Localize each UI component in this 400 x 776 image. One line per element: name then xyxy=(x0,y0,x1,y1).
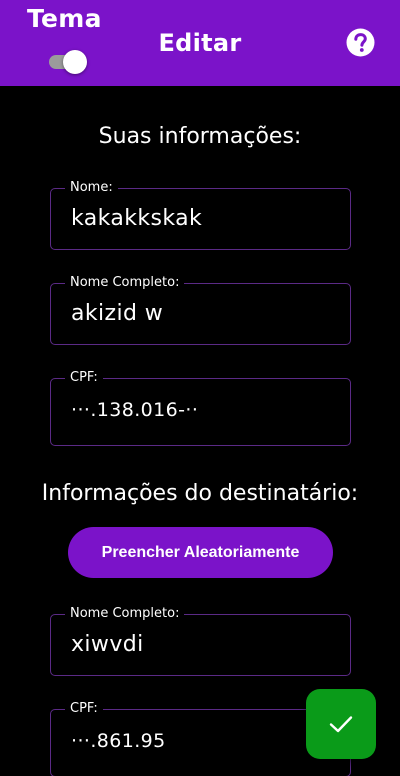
confirm-button[interactable] xyxy=(306,689,376,759)
cpf-field-label: CPF: xyxy=(65,369,103,387)
recipient-full-name-value: xiwvdi xyxy=(71,632,144,657)
help-circle-icon[interactable] xyxy=(346,28,375,57)
recipient-cpf-value: ···.861.95 xyxy=(71,730,166,752)
recipient-section-title: Informações do destinatário: xyxy=(41,481,359,506)
recipient-full-name-field[interactable]: Nome Completo: xiwvdi xyxy=(50,605,351,676)
fill-random-button[interactable]: Preencher Aleatoriamente xyxy=(68,527,333,578)
check-icon xyxy=(329,716,353,733)
name-field-label: Nome: xyxy=(65,179,118,197)
page-title: Editar xyxy=(158,29,242,57)
cpf-field-value: ···.138.016-·· xyxy=(71,399,199,421)
name-field[interactable]: Nome: kakakkskak xyxy=(50,179,351,250)
full-name-field-label: Nome Completo: xyxy=(65,274,185,292)
recipient-cpf-label: CPF: xyxy=(65,700,103,718)
full-name-field[interactable]: Nome Completo: akizid w xyxy=(50,274,351,345)
user-section-title: Suas informações: xyxy=(98,124,302,149)
full-name-field-value: akizid w xyxy=(71,301,164,326)
cpf-field[interactable]: CPF: ···.138.016-·· xyxy=(50,369,351,446)
app-bar: Tema Editar xyxy=(0,0,400,86)
recipient-full-name-label: Nome Completo: xyxy=(65,605,185,623)
name-field-value: kakakkskak xyxy=(71,206,203,231)
